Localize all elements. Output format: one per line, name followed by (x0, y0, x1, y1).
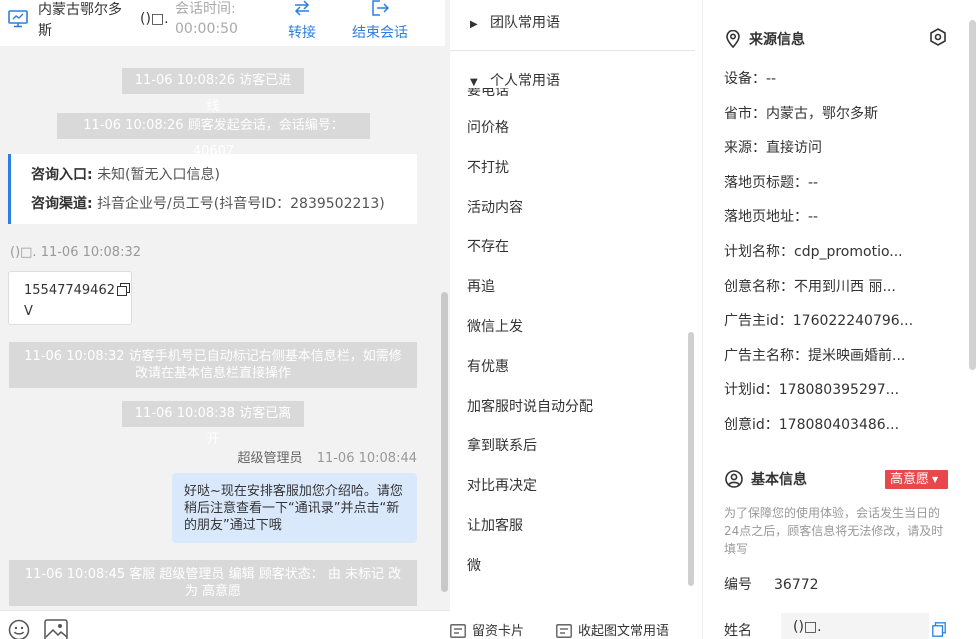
phrase-item[interactable]: 问价格 (467, 108, 677, 148)
source-landing-url: 落地页地址：-- (724, 209, 819, 226)
caret-right-icon: ▶ (470, 19, 478, 30)
copy-icon[interactable] (116, 283, 130, 302)
source-creative-name: 创意名称：不用到川西 丽... (724, 278, 896, 295)
lead-card-button[interactable]: 留资卡片 (450, 620, 524, 639)
info-panel: 来源信息 设备：-- 省市：内蒙古，鄂尔多斯 来源：直接访问 落地页标题：-- … (702, 0, 977, 639)
channel-value: 抖音企业号/员工号(抖音号ID：2839502213) (97, 196, 385, 212)
collapse-icon (556, 624, 572, 638)
phrase-item[interactable]: 再追 (467, 267, 677, 307)
divider (450, 50, 695, 51)
system-message-enter: 11-06 10:08:26 访客已进线 (122, 68, 304, 114)
phrase-item-clipped[interactable]: 要电话 (467, 88, 547, 96)
team-phrases-group[interactable]: ▶ 团队常用语 (470, 12, 560, 32)
source-plan-name: 计划名称：cdp_promotio... (724, 243, 903, 260)
transfer-button[interactable]: 转接 (272, 0, 332, 44)
phrases-footer: 留资卡片 收起图文常用语 (450, 612, 700, 639)
visitor-message-text: 15547749462 (24, 283, 115, 298)
phrase-item[interactable]: 微 (467, 546, 677, 586)
basic-info-note: 为了保障您的使用体验，会话发生当日的24点之后，顾客信息将无法修改，请及时填写 (724, 506, 944, 556)
source-plan-id: 计划id：178080395297... (724, 382, 900, 399)
phrases-panel: ▶ 团队常用语 ▼ 个人常用语 要电话 问价格 不打扰 活动内容 不存在 再追 微信… (450, 0, 700, 639)
team-phrases-label: 团队常用语 (490, 15, 560, 31)
source-region: 省市：内蒙古，鄂尔多斯 (724, 105, 878, 122)
emoji-icon[interactable] (8, 619, 30, 639)
phrase-item[interactable]: 对比再决定 (467, 466, 677, 506)
visitor-message-bubble: 15547749462 V (8, 271, 132, 325)
source-advertiser-id: 广告主id：176022240796... (724, 313, 914, 330)
chat-panel: 内蒙古鄂尔多斯 ()□. 会话时间: 00:00:50 转接 结束会话 11-0… (0, 0, 450, 639)
visitor-location: 内蒙古鄂尔多斯 (38, 2, 122, 39)
system-message-status: 11-06 10:08:45 客服 超级管理员 编辑 顾客状态： 由 未标记 改… (9, 560, 417, 606)
phrase-item[interactable]: 不打扰 (467, 148, 677, 188)
phrase-item[interactable]: 拿到联系后 (467, 426, 677, 466)
channel-label: 咨询渠道: (31, 196, 93, 212)
number-value: 36772 (774, 577, 819, 593)
card-icon (450, 624, 466, 638)
user-circle-icon (725, 470, 743, 488)
collapse-phrases-label: 收起图文常用语 (578, 624, 670, 639)
phrase-item[interactable]: 微信上发 (467, 307, 677, 347)
source-creative-id: 创意id：178080403486... (724, 416, 900, 433)
basic-info-title: 基本信息 (725, 469, 807, 489)
visitor-message-name: ()□. (10, 245, 37, 260)
copy-icon[interactable] (932, 622, 946, 639)
phrase-item[interactable]: 加客服时说自动分配 (467, 387, 677, 427)
source-advertiser-name: 广告主名称：提米映画婚前... (724, 347, 906, 364)
caret-down-icon: ▼ (470, 77, 478, 88)
system-message-phone: 11-06 10:08:32 访客手机号已自动标记右侧基本信息栏，如需修改请在基… (9, 342, 417, 388)
agent-name: 超级管理员 (237, 451, 303, 466)
source-info-title: 来源信息 (725, 29, 805, 49)
target-icon[interactable] (929, 28, 947, 50)
source-landing-title: 落地页标题：-- (724, 174, 819, 191)
transfer-label: 转接 (288, 25, 316, 41)
name-field[interactable]: ()□. (781, 613, 929, 639)
visitor-message-meta: ()□. 11-06 10:08:32 (10, 245, 141, 260)
visitor-message-time: 11-06 10:08:32 (40, 245, 141, 260)
chat-header: 内蒙古鄂尔多斯 ()□. 会话时间: 00:00:50 转接 结束会话 (0, 0, 445, 46)
session-time-label: 会话时间: (175, 1, 236, 17)
customer-number-row: 编号 36772 (724, 574, 819, 594)
end-session-icon (350, 0, 410, 18)
phrase-item[interactable]: 让加客服 (467, 506, 677, 546)
end-session-label: 结束会话 (352, 25, 408, 41)
source-info-label: 来源信息 (749, 32, 805, 48)
phrases-scrollbar[interactable] (688, 332, 694, 586)
agent-message-meta: 超级管理员 11-06 10:08:44 (238, 447, 417, 466)
number-label: 编号 (724, 577, 752, 593)
lead-card-label: 留资卡片 (472, 624, 525, 639)
visitor-name: ()□. (140, 11, 169, 27)
entry-info-card: 咨询入口: 未知(暂无入口信息) 咨询渠道: 抖音企业号/员工号(抖音号ID：2… (8, 154, 417, 224)
caret-down-icon: ▼ (932, 475, 939, 484)
basic-info-label: 基本信息 (751, 472, 807, 488)
entry-value: 未知(暂无入口信息) (97, 167, 220, 183)
end-session-button[interactable]: 结束会话 (350, 0, 410, 44)
intent-dropdown[interactable]: 高意愿 ▼ (885, 470, 948, 489)
personal-phrases-group[interactable]: ▼ 个人常用语 (470, 70, 560, 90)
phrase-item[interactable]: 不存在 (467, 227, 677, 267)
phrase-item[interactable]: 有优惠 (467, 347, 677, 387)
phrase-list: 问价格 不打扰 活动内容 不存在 再追 微信上发 有优惠 加客服时说自动分配 拿… (467, 108, 677, 586)
agent-message-bubble: 好哒~现在安排客服加您介绍哈。请您稍后注意查看一下“通讯录”并点击“新的朋友”通… (172, 473, 417, 543)
transfer-icon (272, 0, 332, 18)
image-icon[interactable] (44, 619, 68, 639)
collapse-phrases-button[interactable]: 收起图文常用语 (556, 620, 669, 639)
location-pin-icon (726, 29, 740, 49)
monitor-icon (8, 10, 28, 32)
agent-message-time: 11-06 10:08:44 (316, 451, 417, 466)
chat-scrollbar[interactable] (441, 292, 448, 592)
system-message-left: 11-06 10:08:38 访客已离开 (122, 401, 304, 447)
personal-phrases-label: 个人常用语 (490, 73, 560, 89)
name-label: 姓名 (724, 623, 752, 639)
source-origin: 来源：直接访问 (724, 140, 822, 157)
info-scrollbar[interactable] (969, 20, 976, 370)
visitor-message-text-2: V (24, 304, 33, 319)
chat-toolbar (0, 610, 450, 639)
entry-label: 咨询入口: (31, 167, 93, 183)
intent-value: 高意愿 (890, 472, 930, 487)
session-time-value: 00:00:50 (175, 21, 238, 37)
source-info-list: 设备：-- 省市：内蒙古，鄂尔多斯 来源：直接访问 落地页标题：-- 落地页地址… (724, 62, 954, 443)
phrase-item[interactable]: 活动内容 (467, 188, 677, 228)
system-message-start: 11-06 10:08:26 顾客发起会话，会话编号：40607 (57, 113, 370, 159)
source-device: 设备：-- (724, 71, 777, 87)
